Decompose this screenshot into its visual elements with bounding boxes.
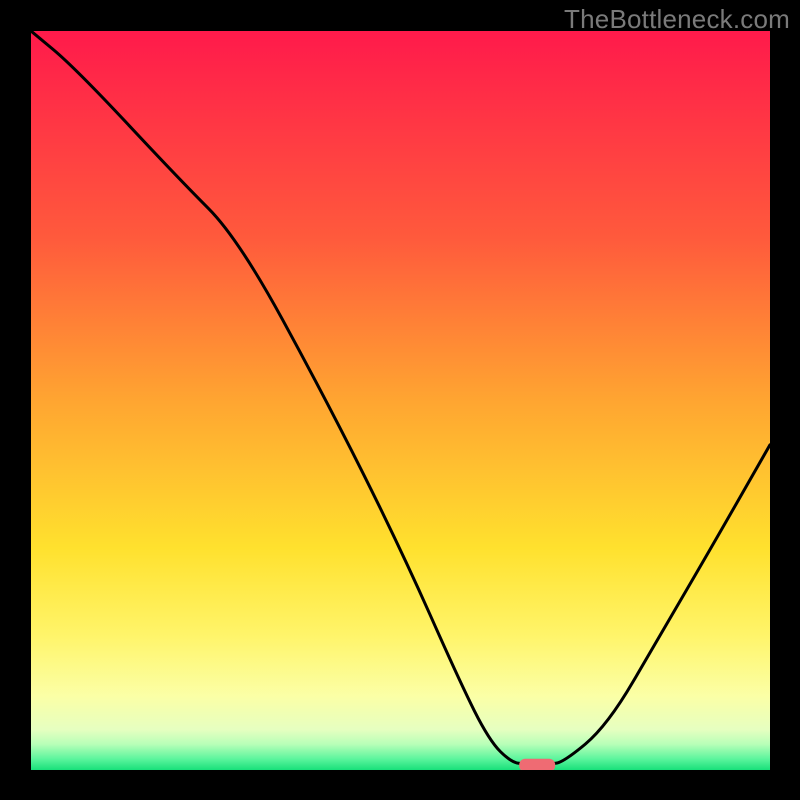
bottleneck-chart: [31, 31, 770, 770]
sweet-spot-marker: [519, 759, 555, 770]
gradient-background: [31, 31, 770, 770]
chart-frame: { "watermark": "TheBottleneck.com", "cha…: [0, 0, 800, 800]
